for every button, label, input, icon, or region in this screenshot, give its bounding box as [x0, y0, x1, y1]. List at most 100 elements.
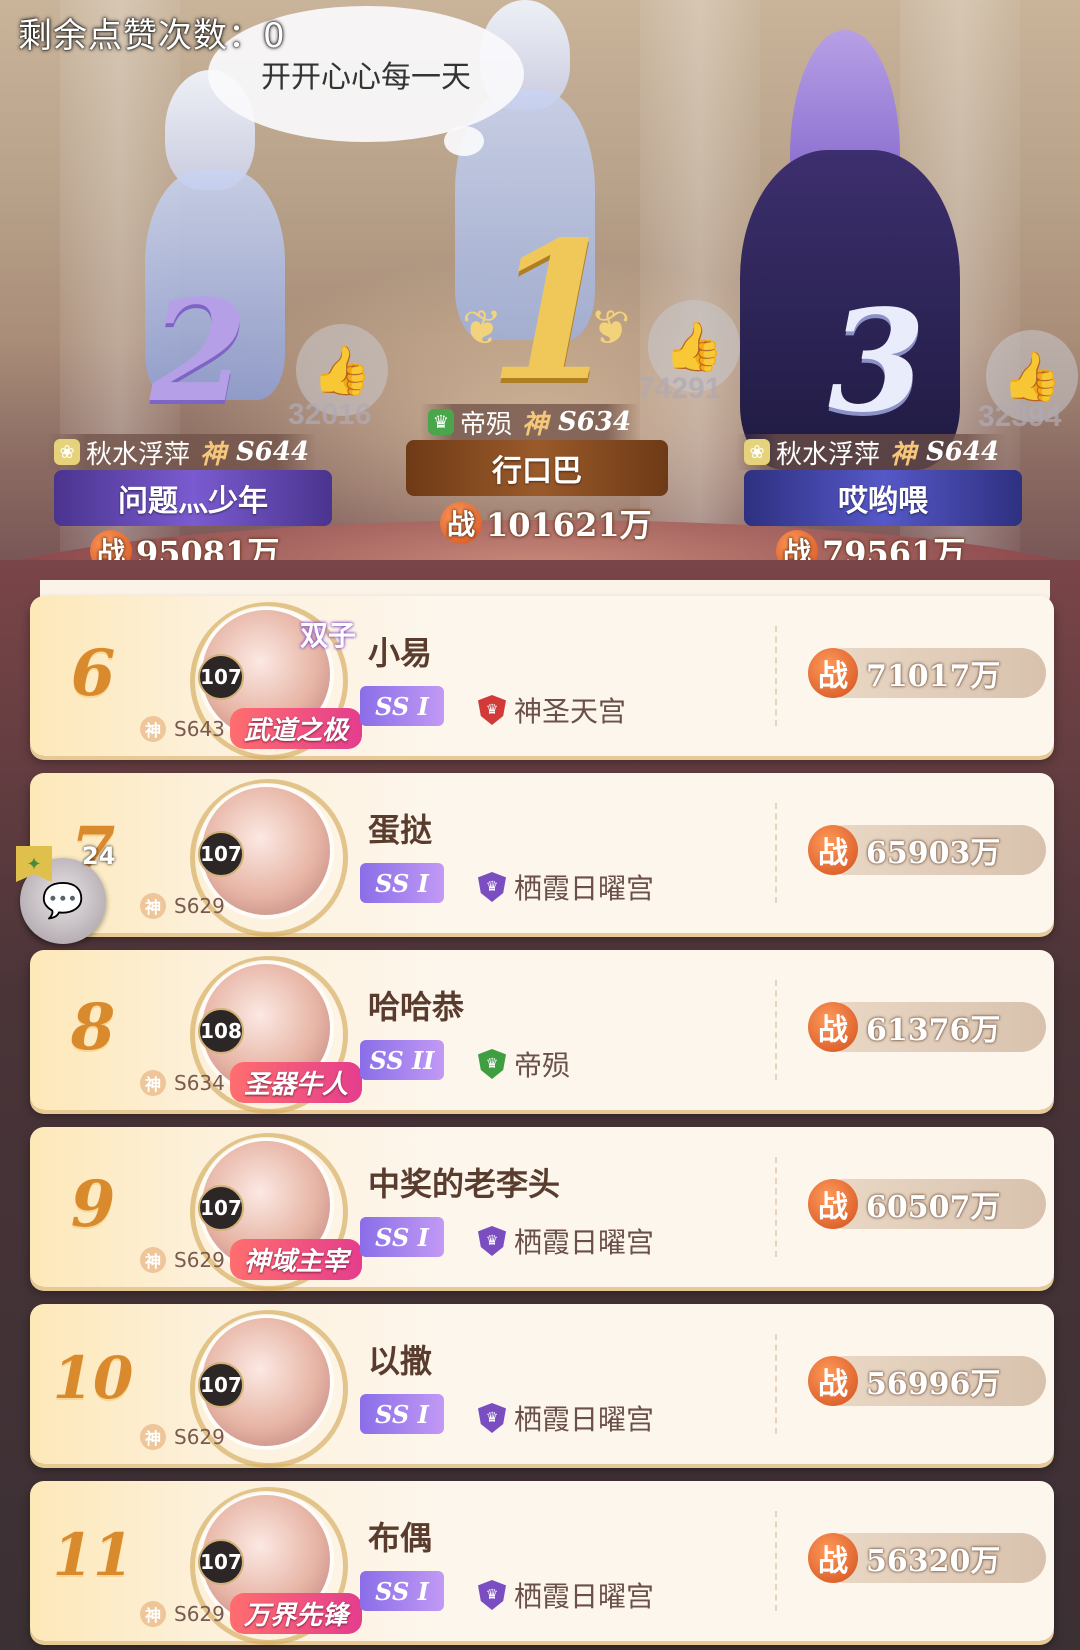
player-level: 108 — [198, 1008, 244, 1054]
player-name: 问题灬少年 — [118, 484, 268, 519]
divider — [775, 980, 777, 1080]
server-id: S629 — [174, 1425, 225, 1449]
combat-power: 战 60507万 — [808, 1179, 1046, 1229]
guild-flower-icon: ❀ — [54, 439, 80, 465]
player-name: 哈哈恭 — [368, 988, 465, 1026]
player-level: 107 — [198, 1185, 244, 1231]
ranking-row[interactable]: 10 107 神 S629 以撒 SS I ♛ 栖霞日曜宫 战 56996万 — [30, 1304, 1054, 1468]
combat-power-value: 56320万 — [866, 1544, 1001, 1579]
like-count: 32394 — [978, 400, 1062, 433]
laurel-left-icon: ❦ — [462, 300, 503, 356]
guild-name: 秋水浮萍 — [776, 439, 881, 470]
combat-power: 战 56996万 — [808, 1356, 1046, 1406]
god-tier-icon: 神 — [140, 1601, 166, 1627]
guild-name: 栖霞日曜宫 — [514, 1226, 655, 1259]
combat-power-icon: 战 — [808, 1356, 858, 1406]
player-name: 蛋挞 — [368, 811, 433, 849]
rank-numeral-3: 3 — [828, 280, 926, 444]
player-name-plate[interactable]: 行口巴 — [406, 440, 668, 496]
god-tier-icon: 神 — [140, 893, 166, 919]
divider — [775, 1334, 777, 1434]
combat-power-icon: 战 — [808, 1533, 858, 1583]
rank-tier-badge: SS II — [360, 1040, 444, 1080]
server-info: 神 S629 — [140, 1247, 225, 1273]
server-id: S644 — [236, 437, 310, 467]
guild-name: 帝殒 — [460, 409, 513, 440]
ranking-row[interactable]: 6 107 双子 神 S643 武道之极 小易 SS I ♛ 神圣天宫 战 71… — [30, 596, 1054, 760]
god-tier-icon: 神 — [140, 1070, 166, 1096]
combat-power-value: 65903万 — [866, 836, 1001, 871]
rank-number: 9 — [70, 1167, 116, 1242]
guild-tag: ❀ 秋水浮萍 神 S644 — [736, 434, 1008, 470]
combat-power: 战 61376万 — [808, 1002, 1046, 1052]
server-id: S634 — [174, 1071, 225, 1095]
like-count: 32016 — [288, 398, 372, 431]
combat-power-value: 61376万 — [866, 1013, 1001, 1048]
god-tier-label: 神 — [890, 439, 917, 470]
combat-power-value: 101621万 — [486, 506, 652, 544]
guild-name: 帝殒 — [514, 1049, 571, 1082]
server-id: S634 — [558, 407, 632, 437]
server-info: 神 S629 — [140, 893, 225, 919]
rank-tier-badge: SS I — [360, 1394, 444, 1434]
player-name: 哎哟喂 — [838, 484, 928, 519]
rank-numeral-2: 2 — [150, 270, 248, 434]
laurel-right-icon: ❦ — [590, 300, 631, 356]
player-name: 行口巴 — [492, 454, 582, 489]
server-info: 神 S629 — [140, 1424, 225, 1450]
guild-crown-icon: ♛ — [428, 409, 454, 435]
combat-power: 战 56320万 — [808, 1533, 1046, 1583]
ranking-row[interactable]: 9 107 神 S629 神域主宰 中奖的老李头 SS I ♛ 栖霞日曜宫 战 … — [30, 1127, 1054, 1291]
likes-remaining: 剩余点赞次数：0 — [18, 16, 286, 56]
guild-info: ♛ 栖霞日曜宫 — [478, 1398, 654, 1438]
speech-bubble-text: 开开心心每一天 — [261, 60, 471, 95]
podium-stage: 2 1 3 ❦ ❦ 👍 32016 👍 74291 👍 32394 ❀ 秋水浮萍… — [0, 0, 1080, 620]
rank-number: 11 — [52, 1521, 134, 1589]
ranking-row[interactable]: 8 108 神 S634 圣器牛人 哈哈恭 SS II ♛ 帝殒 战 61376… — [30, 950, 1054, 1114]
god-tier-label: 神 — [522, 409, 549, 440]
divider — [775, 803, 777, 903]
title-badge: 神域主宰 — [230, 1239, 363, 1280]
frame-tag: 双子 — [300, 619, 357, 652]
god-tier-icon: 神 — [140, 716, 166, 742]
rank-tier-badge: SS I — [360, 1571, 444, 1611]
combat-power-icon: 战 — [440, 502, 482, 544]
combat-power-icon: 战 — [808, 1002, 858, 1052]
title-badge: 圣器牛人 — [230, 1062, 363, 1103]
god-tier-label: 神 — [200, 439, 227, 470]
guild-info: ♛ 栖霞日曜宫 — [478, 867, 654, 907]
like-count: 74291 — [638, 372, 722, 405]
rank-number: 8 — [70, 990, 116, 1065]
player-name-plate[interactable]: 哎哟喂 — [744, 470, 1022, 526]
guild-name: 神圣天宫 — [514, 695, 627, 728]
rank-tier-badge: SS I — [360, 686, 444, 726]
combat-power-icon: 战 — [808, 825, 858, 875]
guild-name: 栖霞日曜宫 — [514, 1403, 655, 1436]
god-tier-icon: 神 — [140, 1424, 166, 1450]
player-name: 布偶 — [368, 1519, 433, 1557]
rank-number: 10 — [52, 1344, 134, 1412]
server-id: S644 — [926, 437, 1000, 467]
ranking-row[interactable]: 11 107 神 S629 万界先锋 布偶 SS I ♛ 栖霞日曜宫 战 563… — [30, 1481, 1054, 1645]
chat-bubble-icon: 💬 — [41, 881, 85, 921]
player-level: 107 — [198, 831, 244, 877]
chat-unread-count: 24 — [82, 842, 116, 870]
guild-info: ♛ 帝殒 — [478, 1044, 570, 1084]
player-name-plate[interactable]: 问题灬少年 — [54, 470, 332, 526]
guild-flower-icon: ❀ — [744, 439, 770, 465]
server-id: S629 — [174, 894, 225, 918]
rank-number: 6 — [70, 636, 116, 711]
guild-info: ♛ 栖霞日曜宫 — [478, 1221, 654, 1261]
guild-name: 栖霞日曜宫 — [514, 1580, 655, 1613]
combat-power-value: 60507万 — [866, 1190, 1001, 1225]
ranking-row[interactable]: 7 107 神 S629 蛋挞 SS I ♛ 栖霞日曜宫 战 65903万 — [30, 773, 1054, 937]
guild-shield-icon: ♛ — [478, 1226, 506, 1256]
server-info: 神 S629 — [140, 1601, 225, 1627]
player-name: 以撒 — [368, 1342, 433, 1380]
server-id: S643 — [174, 717, 225, 741]
god-tier-icon: 神 — [140, 1247, 166, 1273]
divider — [775, 1157, 777, 1257]
combat-power-value: 71017万 — [866, 659, 1001, 694]
guild-tag: ❀ 秋水浮萍 神 S644 — [46, 434, 318, 470]
rank-tier-badge: SS I — [360, 1217, 444, 1257]
